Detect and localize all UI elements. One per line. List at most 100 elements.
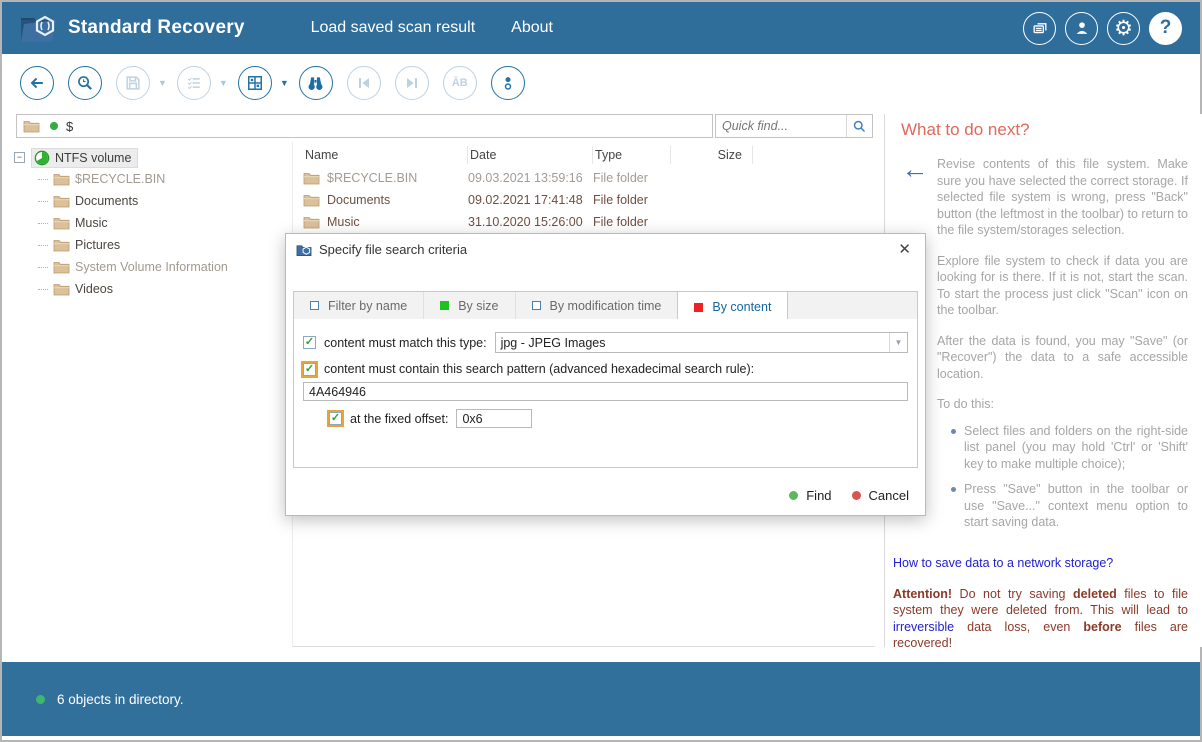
search-pattern-checkbox[interactable]: ✓ bbox=[303, 363, 316, 376]
tree-collapse-icon[interactable]: − bbox=[14, 152, 25, 163]
save-button[interactable] bbox=[116, 66, 150, 100]
path-text: $ bbox=[66, 119, 73, 134]
cancel-dot-icon bbox=[852, 491, 861, 500]
content-type-checkbox[interactable]: ✓ bbox=[303, 336, 316, 349]
task-list-button[interactable] bbox=[177, 66, 211, 100]
content-type-label: content must match this type: bbox=[324, 336, 487, 350]
status-dot bbox=[36, 695, 45, 704]
tab-active-marker-icon bbox=[694, 303, 703, 312]
dialog-title-bar: Specify file search criteria ✕ bbox=[286, 234, 925, 257]
tree-item-documents[interactable]: Documents bbox=[38, 190, 290, 212]
app-title: Standard Recovery bbox=[68, 17, 245, 39]
table-row[interactable]: Music 31.10.2020 15:26:00 File folder bbox=[293, 211, 875, 233]
list-item: Press "Save" button in the toolbar or us… bbox=[951, 481, 1188, 531]
settings-gear-icon[interactable]: ⚙ bbox=[1107, 12, 1140, 45]
dialog-tabs: Filter by name By size By modification t… bbox=[293, 291, 918, 320]
tab-by-content[interactable]: By content bbox=[677, 291, 788, 322]
app-logo-icon bbox=[18, 10, 60, 46]
volume-icon bbox=[34, 150, 50, 166]
app-window: Standard Recovery Load saved scan result… bbox=[0, 0, 1202, 742]
folder-icon bbox=[53, 238, 70, 252]
irreversible-link[interactable]: irreversible bbox=[893, 620, 954, 634]
account-icon[interactable] bbox=[1065, 12, 1098, 45]
status-bar: 6 objects in directory. bbox=[2, 662, 1200, 736]
menu-about[interactable]: About bbox=[511, 19, 553, 37]
text-encoding-button[interactable]: ĀB bbox=[443, 66, 477, 100]
properties-button[interactable] bbox=[491, 66, 525, 100]
folder-icon bbox=[53, 194, 70, 208]
tab-by-modification-time[interactable]: By modification time bbox=[516, 292, 679, 319]
column-header-name[interactable]: Name bbox=[303, 146, 468, 164]
help-panel: What to do next? ← Revise contents of th… bbox=[884, 114, 1202, 647]
save-dropdown-arrow[interactable]: ▼ bbox=[158, 78, 167, 88]
help-bullet-list: Select files and folders on the right-si… bbox=[951, 423, 1188, 531]
folder-tree: − NTFS volume $RECYCLE.BIN Documents Mus… bbox=[4, 144, 290, 640]
quick-find-search-button[interactable] bbox=[846, 115, 872, 137]
title-bar: Standard Recovery Load saved scan result… bbox=[2, 2, 1200, 54]
tree-root-row[interactable]: − NTFS volume bbox=[14, 147, 290, 168]
tree-item-videos[interactable]: Videos bbox=[38, 278, 290, 300]
file-list-header: Name Date Type Size bbox=[293, 142, 875, 167]
cancel-button[interactable]: Cancel bbox=[852, 488, 909, 503]
folder-icon bbox=[53, 260, 70, 274]
help-panel-title: What to do next? bbox=[901, 120, 1188, 140]
tree-item-pictures[interactable]: Pictures bbox=[38, 234, 290, 256]
partition-grid-dropdown-arrow[interactable]: ▼ bbox=[280, 78, 289, 88]
back-button[interactable] bbox=[20, 66, 54, 100]
scan-button[interactable] bbox=[68, 66, 102, 100]
status-text: 6 objects in directory. bbox=[57, 692, 184, 707]
list-item: Select files and folders on the right-si… bbox=[951, 423, 1188, 473]
column-header-size[interactable]: Size bbox=[671, 146, 753, 164]
help-paragraph: Explore file system to check if data you… bbox=[937, 253, 1188, 319]
tree-item-music[interactable]: Music bbox=[38, 212, 290, 234]
search-pattern-label: content must contain this search pattern… bbox=[324, 362, 754, 376]
help-icon[interactable]: ? bbox=[1149, 12, 1182, 45]
help-paragraph: After the data is found, you may "Save" … bbox=[937, 333, 1188, 540]
dialog-buttons: Find Cancel bbox=[789, 488, 909, 503]
partition-grid-button[interactable] bbox=[238, 66, 272, 100]
quick-find-input[interactable] bbox=[716, 119, 846, 133]
fixed-offset-label: at the fixed offset: bbox=[350, 412, 448, 426]
table-row[interactable]: Documents 09.02.2021 17:41:48 File folde… bbox=[293, 189, 875, 211]
previous-button[interactable] bbox=[347, 66, 381, 100]
folder-icon bbox=[23, 119, 40, 133]
main-menu: Load saved scan result About bbox=[311, 19, 553, 37]
column-header-date[interactable]: Date bbox=[468, 146, 593, 164]
column-header-type[interactable]: Type bbox=[593, 146, 671, 164]
tab-checkbox-icon bbox=[532, 301, 541, 310]
folder-icon bbox=[53, 282, 70, 296]
search-criteria-dialog: Specify file search criteria ✕ Filter by… bbox=[285, 233, 926, 516]
menu-load-saved-scan[interactable]: Load saved scan result bbox=[311, 19, 476, 37]
back-arrow-icon: ← bbox=[893, 156, 937, 239]
folder-icon bbox=[303, 193, 320, 207]
tree-root-label: NTFS volume bbox=[55, 151, 131, 165]
folder-icon bbox=[53, 216, 70, 230]
file-type-value: jpg - JPEG Images bbox=[496, 336, 889, 350]
task-list-dropdown-arrow[interactable]: ▼ bbox=[219, 78, 228, 88]
file-type-select[interactable]: jpg - JPEG Images ▼ bbox=[495, 332, 908, 353]
tree-item-system-volume-information[interactable]: System Volume Information bbox=[38, 256, 290, 278]
dialog-app-icon bbox=[296, 243, 312, 257]
tab-by-size[interactable]: By size bbox=[424, 292, 515, 319]
search-icon bbox=[852, 119, 867, 134]
path-breadcrumb[interactable]: $ bbox=[16, 114, 713, 138]
messages-icon[interactable] bbox=[1023, 12, 1056, 45]
table-row[interactable]: $RECYCLE.BIN 09.03.2021 13:59:16 File fo… bbox=[293, 167, 875, 189]
network-storage-help-link[interactable]: How to save data to a network storage? bbox=[893, 556, 1188, 570]
next-button[interactable] bbox=[395, 66, 429, 100]
folder-icon bbox=[53, 172, 70, 186]
help-paragraph: Revise contents of this file system. Mak… bbox=[937, 156, 1188, 239]
by-content-panel: ✓ content must match this type: jpg - JP… bbox=[293, 319, 918, 468]
find-button[interactable] bbox=[299, 66, 333, 100]
chevron-down-icon[interactable]: ▼ bbox=[889, 333, 907, 352]
fixed-offset-checkbox[interactable]: ✓ bbox=[329, 412, 342, 425]
folder-icon bbox=[303, 171, 320, 185]
close-icon[interactable]: ✕ bbox=[894, 243, 915, 257]
search-pattern-input[interactable] bbox=[303, 382, 908, 401]
quick-find bbox=[715, 114, 873, 138]
tree-item-recycle-bin[interactable]: $RECYCLE.BIN bbox=[38, 168, 290, 190]
fixed-offset-input[interactable] bbox=[456, 409, 532, 428]
find-button[interactable]: Find bbox=[789, 488, 831, 503]
find-dot-icon bbox=[789, 491, 798, 500]
tab-filter-by-name[interactable]: Filter by name bbox=[294, 292, 424, 319]
